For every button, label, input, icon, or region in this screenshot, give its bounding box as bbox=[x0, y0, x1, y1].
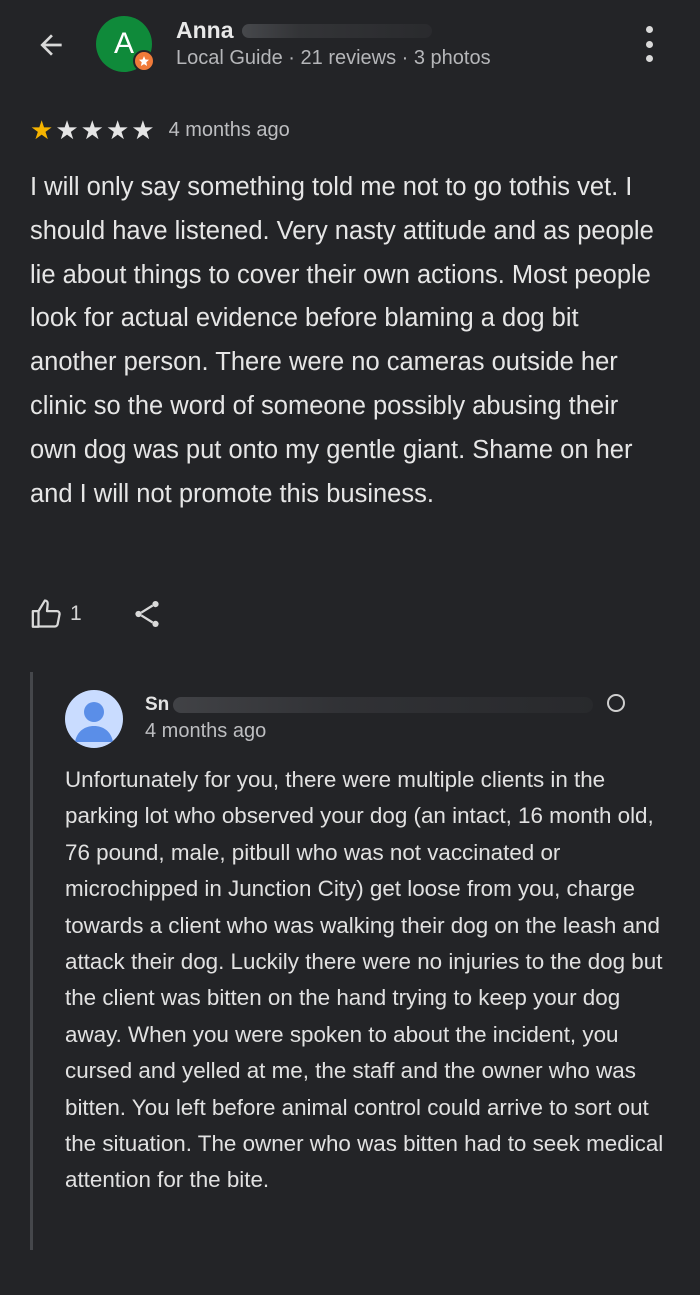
owner-reply-time: 4 months ago bbox=[145, 720, 267, 742]
review-header: A Anna Local Guide · 21 reviews · 3 phot… bbox=[0, 0, 700, 110]
more-vert-icon-dot bbox=[645, 55, 653, 62]
star-icon: ★ bbox=[80, 115, 104, 145]
star-icon: ★ bbox=[131, 115, 155, 145]
rating-row: ★ ★ ★ ★ ★ 4 months ago bbox=[30, 116, 290, 144]
star-icon: ★ bbox=[105, 115, 130, 145]
back-button[interactable] bbox=[30, 24, 72, 66]
share-button[interactable] bbox=[130, 597, 164, 631]
like-count: 1 bbox=[70, 602, 82, 625]
owner-name: Sn bbox=[145, 694, 170, 715]
owner-name-redaction bbox=[173, 697, 593, 713]
more-vert-icon bbox=[645, 26, 653, 33]
avatar-letter: A bbox=[113, 27, 134, 60]
name-redaction bbox=[242, 24, 432, 38]
review-time: 4 months ago bbox=[168, 118, 290, 141]
local-guide-star-icon bbox=[133, 50, 155, 72]
more-options-button[interactable] bbox=[636, 26, 662, 62]
like-button[interactable]: 1 bbox=[30, 597, 82, 631]
review-actions: 1 bbox=[30, 594, 164, 634]
owner-reply: Sn 4 months ago Unfortunately for you, t… bbox=[30, 672, 673, 1250]
more-vert-icon-dot bbox=[645, 40, 653, 48]
person-icon bbox=[65, 690, 123, 748]
star-icon: ★ bbox=[30, 115, 54, 145]
share-icon bbox=[135, 600, 159, 628]
reviewer-meta: Local Guide · 21 reviews · 3 photos bbox=[176, 47, 491, 69]
star-icon: ★ bbox=[55, 115, 79, 145]
reviewer-name[interactable]: Anna bbox=[176, 17, 234, 44]
owner-reply-text: Unfortunately for you, there were multip… bbox=[65, 767, 664, 1193]
star-rating: ★ ★ ★ ★ ★ bbox=[30, 117, 155, 143]
owner-badge-icon bbox=[607, 694, 625, 712]
review-text: I will only say something told me not to… bbox=[30, 173, 654, 508]
arrow-left-icon bbox=[40, 34, 62, 56]
thumb-up-icon bbox=[31, 599, 61, 628]
